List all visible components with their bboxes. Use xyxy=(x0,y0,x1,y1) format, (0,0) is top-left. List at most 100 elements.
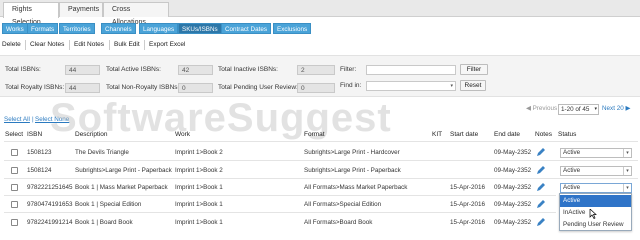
status-select[interactable]: Active ▾ xyxy=(560,166,632,176)
header-start-date[interactable]: Start date xyxy=(450,131,478,138)
cell-end-date: 09-May-2352 xyxy=(494,201,532,208)
total-active-label: Total Active ISBNs: xyxy=(106,66,161,73)
find-in-label: Find in: xyxy=(340,82,362,89)
cell-description: Subrights>Large Print - Paperback xyxy=(75,167,172,174)
toolbar-divider xyxy=(69,40,70,50)
subtab-skus-isbns[interactable]: SKUs/ISBNs xyxy=(178,23,222,34)
header-work[interactable]: Work xyxy=(175,131,190,138)
toolbar-divider xyxy=(144,40,145,50)
toolbar-divider xyxy=(25,40,26,50)
cell-isbn: 1508124 xyxy=(27,167,52,174)
status-option-pending[interactable]: Pending User Review xyxy=(560,219,631,231)
tab-rights-selection[interactable]: Rights Selection xyxy=(3,2,59,26)
cell-work: Imprint 1>Book 1 xyxy=(175,184,223,191)
cell-format: All Formats>Mass Market Paperback xyxy=(304,184,408,191)
row-divider xyxy=(4,160,638,161)
status-select[interactable]: Active ▾ xyxy=(560,148,632,158)
subtab-channels[interactable]: Channels xyxy=(101,23,136,34)
cell-end-date: 09-May-2352 xyxy=(494,149,532,156)
header-description[interactable]: Description xyxy=(75,131,108,138)
cell-work: Imprint 1>Book 2 xyxy=(175,149,223,156)
mouse-cursor-icon xyxy=(589,209,597,219)
cell-format: Subrights>Large Print - Paperback xyxy=(304,167,401,174)
cell-start-date: 15-Apr-2016 xyxy=(450,219,486,226)
toolbar-divider xyxy=(109,40,110,50)
filter-label: Filter: xyxy=(340,66,357,73)
stats-panel: Total ISBNs: 44 Total Active ISBNs: 42 T… xyxy=(0,55,640,97)
filter-input[interactable] xyxy=(366,65,456,75)
header-notes: Notes xyxy=(535,131,552,138)
row-divider xyxy=(4,212,556,213)
cell-isbn: 9780474191653 xyxy=(27,201,73,208)
previous-page-button[interactable]: ◀ Previous xyxy=(526,104,557,115)
total-royalty-value: 44 xyxy=(65,83,100,93)
header-status[interactable]: Status xyxy=(558,131,576,138)
cell-description: Book 1 | Mass Market Paperback xyxy=(75,184,168,191)
cell-format: Subrights>Large Print - Hardcover xyxy=(304,149,400,156)
chevron-down-icon: ▾ xyxy=(450,83,453,89)
find-in-select[interactable]: ▾ xyxy=(366,81,456,91)
subtab-formats[interactable]: Formats xyxy=(27,23,59,34)
pencil-icon[interactable] xyxy=(536,165,546,175)
delete-button[interactable]: Delete xyxy=(2,40,21,50)
cell-isbn: 9782221251645 xyxy=(27,184,73,191)
row-divider xyxy=(4,178,638,179)
pencil-icon[interactable] xyxy=(536,199,546,209)
total-royalty-label: Total Royalty ISBNs: xyxy=(5,84,65,91)
subtab-exclusions[interactable]: Exclusions xyxy=(273,23,312,34)
row-checkbox[interactable] xyxy=(11,219,18,226)
pencil-icon[interactable] xyxy=(536,217,546,227)
row-checkbox[interactable] xyxy=(11,149,18,156)
header-end-date[interactable]: End date xyxy=(494,131,520,138)
cell-isbn: 9782241991214 xyxy=(27,219,73,226)
next-page-button[interactable]: Next 20 ▶ xyxy=(602,104,630,115)
total-nonroyalty-label: Total Non-Royalty ISBNs: xyxy=(106,84,180,91)
chevron-down-icon: ▾ xyxy=(623,149,631,157)
total-active-value: 42 xyxy=(178,65,213,75)
export-excel-button[interactable]: Export Excel xyxy=(149,40,186,50)
header-divider xyxy=(4,141,638,142)
cell-description: Book 1 | Board Book xyxy=(75,219,133,226)
select-all-link[interactable]: Select All xyxy=(4,116,30,123)
cell-end-date: 09-May-2352 xyxy=(494,167,532,174)
edit-notes-button[interactable]: Edit Notes xyxy=(74,40,104,50)
clear-notes-button[interactable]: Clear Notes xyxy=(30,40,64,50)
cell-format: All Formats>Special Edition xyxy=(304,201,382,208)
cell-work: Imprint 1>Book 1 xyxy=(175,219,223,226)
row-checkbox[interactable] xyxy=(11,167,18,174)
row-checkbox[interactable] xyxy=(11,201,18,208)
subtab-territories[interactable]: Territories xyxy=(59,23,95,34)
link-separator: | xyxy=(32,116,34,123)
chevron-down-icon: ▾ xyxy=(623,184,631,192)
cell-description: Book 1 | Special Edition xyxy=(75,201,142,208)
header-kit[interactable]: KIT xyxy=(432,131,442,138)
cell-format: All Formats>Board Book xyxy=(304,219,373,226)
pencil-icon[interactable] xyxy=(536,182,546,192)
total-isbns-label: Total ISBNs: xyxy=(5,66,41,73)
cell-end-date: 09-May-2352 xyxy=(494,184,532,191)
cell-start-date: 15-Apr-2016 xyxy=(450,201,486,208)
reset-button[interactable]: Reset xyxy=(460,80,486,91)
tab-cross-allocations[interactable]: Cross Allocations xyxy=(103,2,169,26)
bulk-edit-button[interactable]: Bulk Edit xyxy=(114,40,140,50)
top-tab-bar: Rights Selection Payments Cross Allocati… xyxy=(0,0,640,26)
header-isbn[interactable]: ISBN xyxy=(27,131,42,138)
tab-payments[interactable]: Payments xyxy=(59,2,103,17)
subtab-contract-dates[interactable]: Contract Dates xyxy=(221,23,271,34)
row-checkbox[interactable] xyxy=(11,184,18,191)
pencil-icon[interactable] xyxy=(536,147,546,157)
cell-work: Imprint 1>Book 1 xyxy=(175,201,223,208)
filter-button[interactable]: Filter xyxy=(460,64,488,75)
page-range-select[interactable]: 1-20 of 45 ▾ xyxy=(558,104,599,115)
cell-start-date: 15-Apr-2016 xyxy=(450,184,486,191)
cell-work: Imprint 1>Book 2 xyxy=(175,167,223,174)
status-select[interactable]: Active ▾ xyxy=(560,183,632,193)
total-inactive-label: Total Inactive ISBNs: xyxy=(218,66,278,73)
subtab-works[interactable]: Works xyxy=(2,23,28,34)
chevron-left-icon: ◀ xyxy=(526,105,531,112)
header-format[interactable]: Format xyxy=(304,131,325,138)
chevron-down-icon: ▾ xyxy=(594,106,597,112)
total-pending-label: Total Pending User Review: xyxy=(218,84,298,91)
subtab-languages[interactable]: Languages xyxy=(139,23,179,34)
status-option-active[interactable]: Active xyxy=(560,195,631,207)
